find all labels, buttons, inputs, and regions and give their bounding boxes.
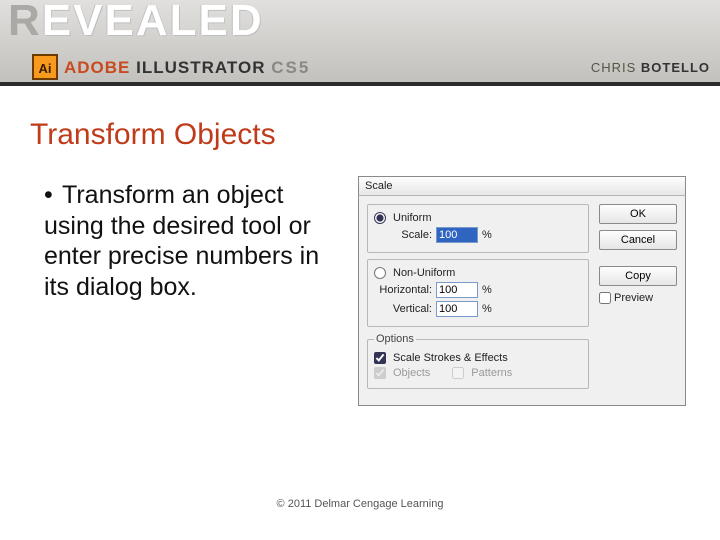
objects-checkbox bbox=[374, 367, 386, 379]
uniform-radio[interactable] bbox=[374, 212, 386, 224]
bullet-content: Transform an object using the desired to… bbox=[44, 181, 319, 301]
horizontal-input[interactable] bbox=[436, 282, 478, 298]
nonuniform-radio[interactable] bbox=[374, 267, 386, 279]
bullet-marker: • bbox=[44, 180, 62, 211]
scale-dialog: Scale Uniform Scale: % Non-Uniform bbox=[358, 176, 686, 406]
nonuniform-group: Non-Uniform Horizontal: % Vertical: % bbox=[367, 259, 589, 327]
horizontal-label: Horizontal: bbox=[374, 284, 432, 296]
vertical-label: Vertical: bbox=[374, 303, 432, 315]
dialog-right-column: OK Cancel Copy Preview bbox=[599, 204, 677, 395]
author-last: BOTELLO bbox=[641, 60, 710, 75]
patterns-label: Patterns bbox=[471, 367, 512, 379]
book-banner: REVEALED Ai ADOBE ILLUSTRATOR CS5 CHRIS … bbox=[0, 0, 720, 86]
scale-strokes-checkbox[interactable] bbox=[374, 352, 386, 364]
bullet-text: •Transform an object using the desired t… bbox=[44, 180, 344, 302]
preview-label: Preview bbox=[614, 292, 653, 304]
horizontal-unit: % bbox=[482, 284, 496, 296]
dialog-titlebar: Scale bbox=[358, 176, 686, 196]
vertical-input[interactable] bbox=[436, 301, 478, 317]
uniform-group: Uniform Scale: % bbox=[367, 204, 589, 253]
scale-strokes-label: Scale Strokes & Effects bbox=[393, 352, 508, 364]
version-word: CS5 bbox=[271, 58, 310, 77]
vertical-unit: % bbox=[482, 303, 496, 315]
author-label: CHRIS BOTELLO bbox=[591, 60, 710, 75]
dialog-left-column: Uniform Scale: % Non-Uniform Horizontal: bbox=[367, 204, 589, 395]
uniform-radio-label: Uniform bbox=[393, 212, 432, 224]
adobe-word: ADOBE bbox=[64, 58, 130, 77]
scale-label: Scale: bbox=[374, 229, 432, 241]
author-first: CHRIS bbox=[591, 60, 641, 75]
objects-patterns-row: Objects Patterns bbox=[374, 367, 582, 379]
product-word: ILLUSTRATOR bbox=[130, 58, 271, 77]
product-label: ADOBE ILLUSTRATOR CS5 bbox=[64, 58, 310, 78]
horizontal-row: Horizontal: % bbox=[374, 282, 582, 298]
copyright-footer: © 2011 Delmar Cengage Learning bbox=[0, 498, 720, 510]
illustrator-app-icon: Ai bbox=[32, 54, 58, 80]
nonuniform-radio-label: Non-Uniform bbox=[393, 267, 455, 279]
slide-title: Transform Objects bbox=[30, 118, 276, 152]
copy-button[interactable]: Copy bbox=[599, 266, 677, 286]
strokes-row: Scale Strokes & Effects bbox=[374, 352, 582, 364]
scale-unit: % bbox=[482, 229, 496, 241]
objects-label: Objects bbox=[393, 367, 430, 379]
uniform-radio-row: Uniform bbox=[374, 212, 582, 224]
options-legend: Options bbox=[374, 333, 416, 345]
cancel-button[interactable]: Cancel bbox=[599, 230, 677, 250]
revealed-r: R bbox=[8, 0, 42, 45]
patterns-checkbox bbox=[452, 367, 464, 379]
nonuniform-radio-row: Non-Uniform bbox=[374, 267, 582, 279]
ok-button[interactable]: OK bbox=[599, 204, 677, 224]
preview-checkbox[interactable] bbox=[599, 292, 611, 304]
uniform-scale-row: Scale: % bbox=[374, 227, 582, 243]
options-group: Options Scale Strokes & Effects Objects … bbox=[367, 333, 589, 389]
revealed-wordmark: REVEALED bbox=[8, 0, 264, 46]
revealed-rest: EVEALED bbox=[42, 0, 264, 45]
vertical-row: Vertical: % bbox=[374, 301, 582, 317]
dialog-body: Uniform Scale: % Non-Uniform Horizontal: bbox=[358, 196, 686, 406]
scale-input[interactable] bbox=[436, 227, 478, 243]
preview-row: Preview bbox=[599, 292, 677, 304]
